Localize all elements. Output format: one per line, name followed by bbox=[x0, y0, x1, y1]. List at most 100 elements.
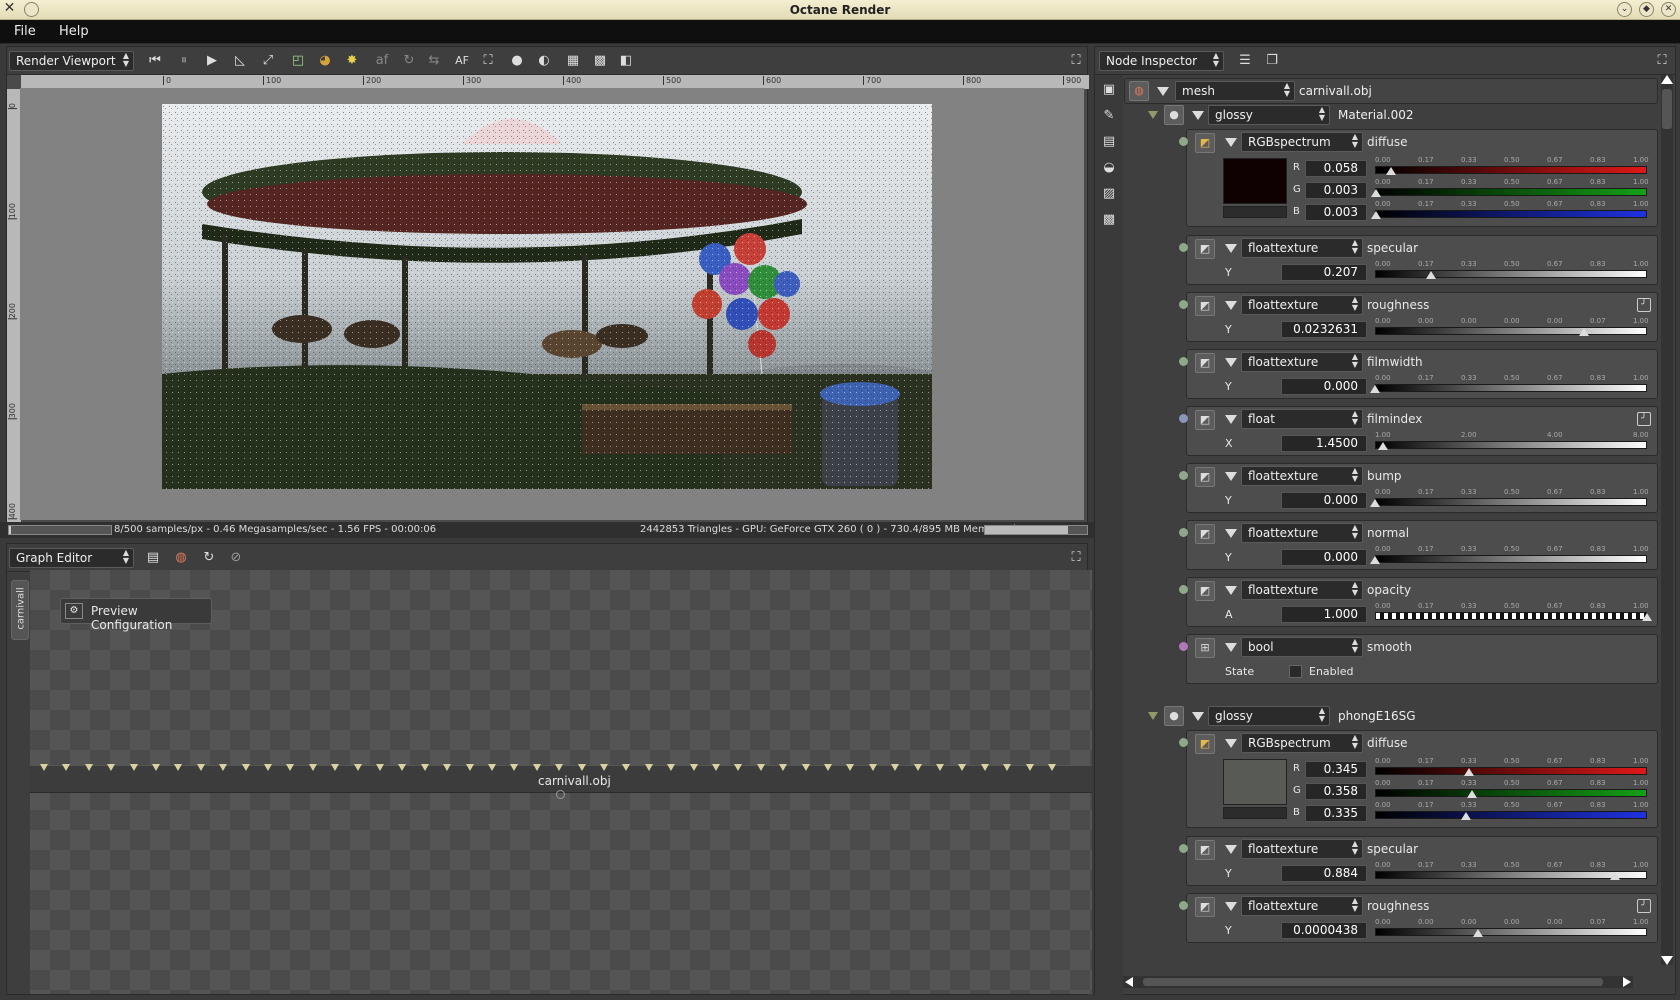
param-pin[interactable] bbox=[1179, 585, 1188, 594]
node-input-pin[interactable] bbox=[376, 764, 384, 771]
material-type-select[interactable]: glossy ▲ ▼ bbox=[1208, 706, 1330, 726]
slider-thumb[interactable] bbox=[1378, 442, 1389, 450]
curve-icon[interactable]: ╯ bbox=[1637, 899, 1651, 913]
expand-all-icon[interactable]: ❐ bbox=[1263, 52, 1281, 70]
node-input-pin[interactable] bbox=[398, 764, 407, 771]
graph-canvas[interactable]: ⚙ Preview Configuration carnivall.obj bbox=[30, 570, 1092, 994]
node-input-pin[interactable] bbox=[980, 764, 989, 771]
node-input-pin[interactable] bbox=[488, 764, 496, 771]
bool-type-select[interactable]: bool ▲ ▼ bbox=[1241, 637, 1363, 657]
param-value[interactable]: 0.000 bbox=[1281, 549, 1367, 566]
value-slider[interactable] bbox=[1375, 555, 1647, 563]
param-type-select[interactable]: floattexture ▲ ▼ bbox=[1241, 839, 1363, 859]
node-add-icon[interactable]: ◍ bbox=[172, 549, 190, 567]
scene-icon[interactable]: ▣ bbox=[1100, 81, 1118, 99]
camera-icon[interactable]: ◰ bbox=[289, 52, 307, 70]
param-expand-icon[interactable] bbox=[1225, 529, 1237, 538]
bool-pin[interactable] bbox=[1179, 642, 1188, 651]
inspector-vscrollbar[interactable] bbox=[1661, 75, 1673, 965]
param-expand-icon[interactable] bbox=[1225, 415, 1237, 424]
channel-value-b[interactable]: 0.003 bbox=[1305, 204, 1367, 221]
param-pin[interactable] bbox=[1179, 357, 1188, 366]
checker-icon[interactable]: ▩ bbox=[591, 52, 609, 70]
slider-thumb[interactable] bbox=[1370, 556, 1380, 564]
focus-picker-icon[interactable]: ◺ bbox=[231, 52, 249, 70]
node-input-pin[interactable] bbox=[891, 764, 900, 771]
viewport-type-select[interactable]: Render Viewport ▲ ▼ bbox=[9, 51, 134, 71]
node-input-pin[interactable] bbox=[712, 764, 720, 771]
maximize-panel-icon[interactable]: ⛶ bbox=[1653, 52, 1671, 70]
node-input-pin[interactable] bbox=[622, 764, 631, 771]
object-picker-icon[interactable]: ⛶ bbox=[479, 52, 497, 70]
sphere-outline-icon[interactable]: ◐ bbox=[535, 52, 553, 70]
param-type-select[interactable]: floattexture ▲ ▼ bbox=[1241, 238, 1363, 258]
param-expand-icon[interactable] bbox=[1225, 586, 1237, 595]
param-pin[interactable] bbox=[1179, 844, 1188, 853]
node-input-pin[interactable] bbox=[219, 764, 228, 771]
float-texture-icon[interactable]: ◩ bbox=[1195, 897, 1215, 917]
node-input-pin[interactable] bbox=[443, 764, 452, 771]
value-slider[interactable] bbox=[1375, 612, 1647, 620]
collapse-arrow-icon[interactable] bbox=[1148, 111, 1158, 119]
node-input-pin[interactable] bbox=[129, 764, 138, 771]
param-pin[interactable] bbox=[1179, 471, 1188, 480]
param-pin[interactable] bbox=[1179, 528, 1188, 537]
close-icon[interactable]: ✕ bbox=[1661, 2, 1676, 17]
autofocus-disabled-icon[interactable]: af bbox=[373, 52, 391, 70]
param-expand-icon[interactable] bbox=[1225, 358, 1237, 367]
param-pin[interactable] bbox=[1179, 300, 1188, 309]
image-icon[interactable]: ▨ bbox=[1100, 185, 1118, 203]
node-input-pin[interactable] bbox=[1048, 764, 1056, 771]
reset-render-icon[interactable]: ⏮ bbox=[146, 52, 164, 70]
node-output-pin[interactable] bbox=[556, 790, 565, 799]
node-input-pin[interactable] bbox=[824, 764, 832, 771]
node-input-pin[interactable] bbox=[756, 764, 765, 771]
param-value[interactable]: 0.884 bbox=[1281, 865, 1367, 882]
light-icon[interactable]: ✸ bbox=[343, 52, 361, 70]
play-icon[interactable]: ▶ bbox=[203, 52, 221, 70]
param-value[interactable]: 1.000 bbox=[1281, 606, 1367, 623]
float-texture-icon[interactable]: ◩ bbox=[1195, 467, 1215, 487]
param-type-select[interactable]: floattexture ▲ ▼ bbox=[1241, 352, 1363, 372]
param-type-select[interactable]: floattexture ▲ ▼ bbox=[1241, 523, 1363, 543]
node-input-pin[interactable] bbox=[40, 764, 48, 771]
node-input-pin[interactable] bbox=[667, 764, 676, 771]
node-input-pin[interactable] bbox=[600, 764, 608, 771]
float-texture-icon[interactable]: ◩ bbox=[1195, 296, 1215, 316]
node-input-pin[interactable] bbox=[1025, 764, 1034, 771]
slider-thumb[interactable] bbox=[1473, 929, 1484, 937]
slider-thumb[interactable] bbox=[1463, 768, 1474, 776]
value-slider[interactable] bbox=[1375, 270, 1647, 278]
slider-thumb[interactable] bbox=[1370, 211, 1381, 219]
slider-thumb[interactable] bbox=[1461, 812, 1472, 820]
param-expand-icon[interactable] bbox=[1225, 472, 1237, 481]
slider-thumb[interactable] bbox=[1467, 790, 1478, 798]
collapse-arrow-icon[interactable] bbox=[1148, 712, 1158, 720]
param-value[interactable]: 1.4500 bbox=[1281, 435, 1367, 452]
diffuse-expand-icon[interactable] bbox=[1225, 739, 1237, 748]
node-input-pin[interactable] bbox=[913, 764, 922, 771]
rotate-disabled-icon[interactable]: ↻ bbox=[400, 52, 418, 70]
rgb-texture-icon[interactable]: ◩ bbox=[1195, 133, 1215, 153]
node-delete-icon[interactable]: ⊘ bbox=[227, 549, 245, 567]
material-expand-icon[interactable] bbox=[1192, 712, 1204, 721]
value-slider[interactable] bbox=[1375, 441, 1647, 449]
param-expand-icon[interactable] bbox=[1225, 244, 1237, 253]
node-input-pin[interactable] bbox=[734, 764, 743, 771]
diffuse-type-select[interactable]: RGBspectrum ▲ ▼ bbox=[1241, 733, 1363, 753]
inspector-hscrollbar[interactable] bbox=[1123, 976, 1633, 988]
slider-thumb[interactable] bbox=[1579, 328, 1590, 336]
mesh-node[interactable]: carnivall.obj bbox=[30, 764, 1092, 799]
param-value[interactable]: 0.207 bbox=[1281, 264, 1367, 281]
diffuse-pin[interactable] bbox=[1179, 137, 1188, 146]
node-input-pin[interactable] bbox=[420, 764, 429, 771]
environment-icon[interactable]: ◒ bbox=[1100, 159, 1118, 177]
kernel-icon[interactable]: ▩ bbox=[1100, 211, 1118, 229]
rgb-texture-icon[interactable]: ◩ bbox=[1195, 734, 1215, 754]
node-refresh-icon[interactable]: ↻ bbox=[200, 549, 218, 567]
node-input-pin[interactable] bbox=[1003, 764, 1012, 771]
material-expand-icon[interactable] bbox=[1192, 111, 1204, 120]
param-expand-icon[interactable] bbox=[1225, 845, 1237, 854]
node-input-pin[interactable] bbox=[286, 764, 295, 771]
material-picker-icon[interactable]: ◕ bbox=[316, 52, 334, 70]
